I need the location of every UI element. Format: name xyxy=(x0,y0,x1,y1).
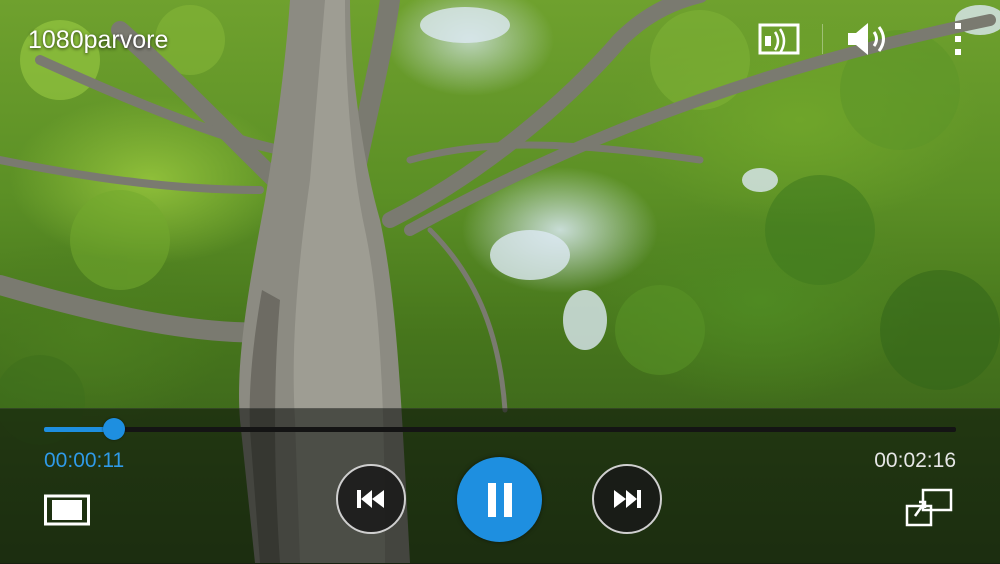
pause-icon xyxy=(487,482,512,517)
video-title: 1080parvore xyxy=(28,26,169,54)
popup-player-button[interactable] xyxy=(904,487,954,529)
popup-player-icon xyxy=(905,488,953,527)
screen-mirroring-icon[interactable] xyxy=(752,18,806,60)
aspect-ratio-icon xyxy=(44,494,90,526)
seek-bar[interactable] xyxy=(44,418,956,440)
fast-forward-icon xyxy=(614,490,641,508)
volume-icon[interactable] xyxy=(840,18,896,60)
total-time: 00:02:16 xyxy=(874,449,956,472)
top-divider xyxy=(822,24,823,54)
more-options-icon[interactable] xyxy=(945,18,971,60)
rewind-button[interactable] xyxy=(336,464,406,534)
playback-controls: 00:00:11 00:02:16 xyxy=(0,408,1000,564)
seek-thumb[interactable] xyxy=(103,418,126,440)
rewind-icon xyxy=(357,490,384,508)
pause-button[interactable] xyxy=(457,457,542,542)
current-time: 00:00:11 xyxy=(44,449,125,472)
fast-forward-button[interactable] xyxy=(592,464,662,534)
aspect-ratio-button[interactable] xyxy=(44,493,90,527)
